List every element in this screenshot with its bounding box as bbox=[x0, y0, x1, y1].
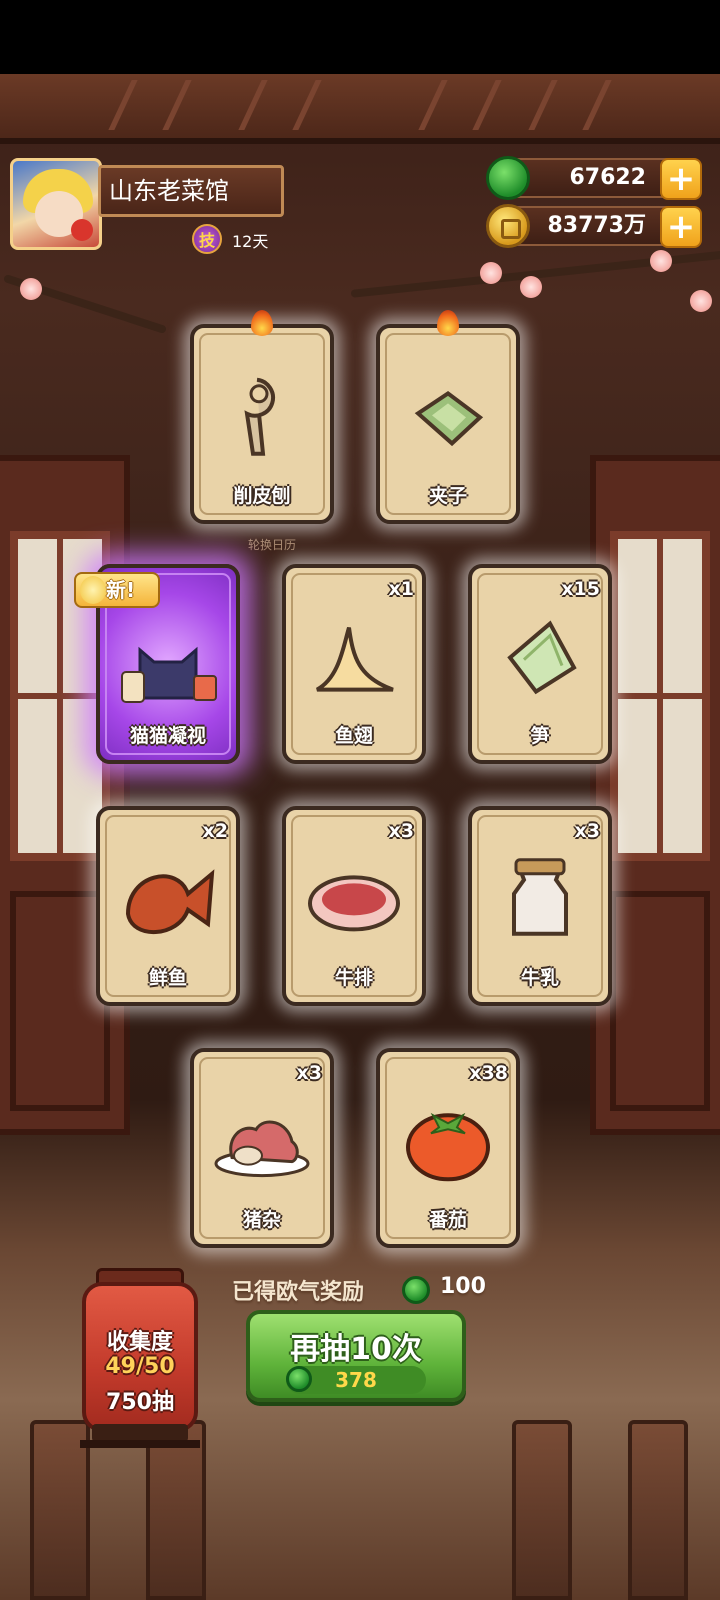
blossom bbox=[650, 250, 672, 272]
card-label: 削皮刨 bbox=[233, 485, 291, 507]
draw-cost-bar: 378 bbox=[286, 1366, 426, 1394]
card-bamboo-shoot[interactable]: x15 笋 bbox=[468, 564, 612, 764]
card-quantity: x2 bbox=[202, 820, 228, 842]
card-quantity: x3 bbox=[296, 1062, 322, 1084]
card-label: 鲜鱼 bbox=[148, 967, 187, 989]
pork-offal-icon bbox=[214, 1120, 310, 1178]
calendar-label: 轮换日历 bbox=[248, 538, 297, 552]
lattice-window bbox=[610, 531, 710, 861]
card-steak[interactable]: x3 牛排 bbox=[282, 806, 426, 1006]
new-badge: 新! bbox=[74, 572, 160, 608]
reward-amount: 100 bbox=[440, 1274, 486, 1299]
screen-panel bbox=[10, 891, 110, 1111]
right-lattice-screen bbox=[590, 455, 720, 1135]
screen-panel bbox=[610, 891, 710, 1111]
skill-days: 12天 bbox=[232, 232, 269, 251]
blossom bbox=[690, 290, 712, 312]
jade-amount: 67622 bbox=[569, 165, 646, 190]
card-label: 番茄 bbox=[428, 1209, 467, 1231]
draw-cost: 378 bbox=[335, 1368, 377, 1392]
flame-icon bbox=[251, 310, 273, 336]
card-quantity: x3 bbox=[574, 820, 600, 842]
card-milk[interactable]: x3 牛乳 bbox=[468, 806, 612, 1006]
card-tongs[interactable]: 夹子 bbox=[376, 310, 520, 524]
game-scene: 山东老菜馆 技 12天 67622 + 83773万 + 轮换日历 削皮刨 夹子… bbox=[0, 0, 720, 1600]
steak-icon bbox=[308, 875, 400, 932]
add-coins-button[interactable]: + bbox=[660, 206, 702, 248]
left-lattice-screen bbox=[0, 455, 130, 1135]
restaurant-name[interactable]: 山东老菜馆 bbox=[98, 165, 284, 217]
card-shark-fin[interactable]: x1 鱼翅 bbox=[282, 564, 426, 764]
tongs-icon bbox=[414, 390, 484, 447]
card-peeler[interactable]: 削皮刨 bbox=[190, 310, 334, 524]
jade-coin-icon bbox=[486, 156, 530, 200]
collection-progress: 49/50 bbox=[105, 1354, 175, 1379]
card-pork-offal[interactable]: x3 猪杂 bbox=[190, 1048, 334, 1248]
collection-title: 收集度 bbox=[106, 1330, 173, 1355]
lantern-stand bbox=[80, 1440, 200, 1448]
card-label: 猫猫凝视 bbox=[129, 725, 206, 747]
collection-draws: 750抽 bbox=[106, 1390, 174, 1415]
collection-lantern[interactable]: 收集度 49/50 750抽 bbox=[82, 1282, 198, 1432]
gold-coin-icon bbox=[486, 204, 530, 248]
peeler-icon bbox=[244, 377, 275, 456]
player-avatar[interactable] bbox=[10, 158, 102, 250]
bamboo-shoot-icon bbox=[507, 620, 577, 695]
card-quantity: x3 bbox=[388, 820, 414, 842]
card-label: 鱼翅 bbox=[334, 725, 373, 747]
railing-post bbox=[512, 1420, 572, 1600]
card-label: 牛排 bbox=[334, 967, 373, 989]
roof-beam bbox=[0, 74, 720, 144]
jade-coin-icon bbox=[402, 1276, 430, 1304]
reward-label: 已得欧气奖励 bbox=[232, 1280, 365, 1305]
flame-icon bbox=[437, 310, 459, 336]
rose-icon bbox=[71, 219, 93, 241]
draw-ten-button[interactable]: 再抽10次 378 bbox=[246, 1310, 466, 1402]
coin-currency: 83773万 + bbox=[486, 204, 702, 248]
card-label: 笋 bbox=[530, 725, 550, 747]
card-label: 牛乳 bbox=[520, 967, 559, 989]
card-fish[interactable]: x2 鲜鱼 bbox=[96, 806, 240, 1006]
fish-icon bbox=[125, 869, 215, 935]
card-label: 猪杂 bbox=[242, 1209, 281, 1231]
blossom bbox=[480, 262, 502, 284]
tomato-icon bbox=[406, 1112, 490, 1182]
draw-button-label: 再抽10次 bbox=[290, 1332, 422, 1367]
blossom bbox=[20, 278, 42, 300]
card-quantity: x1 bbox=[388, 578, 414, 600]
skill-badge-icon[interactable]: 技 bbox=[192, 224, 222, 254]
add-jade-button[interactable]: + bbox=[660, 158, 702, 200]
card-quantity: x15 bbox=[561, 578, 600, 600]
jade-currency: 67622 + bbox=[486, 156, 702, 200]
card-quantity: x38 bbox=[469, 1062, 508, 1084]
shark-fin-icon bbox=[315, 627, 394, 692]
card-cat-gaze[interactable]: 新! 猫猫凝视 bbox=[74, 564, 240, 764]
milk-jar-icon bbox=[512, 858, 568, 936]
coin-amount: 83773万 bbox=[547, 213, 646, 238]
railing-post bbox=[628, 1420, 688, 1600]
card-label: 夹子 bbox=[428, 485, 467, 507]
card-tomato[interactable]: x38 番茄 bbox=[376, 1048, 520, 1248]
cat-gaze-icon bbox=[121, 646, 217, 703]
blossom bbox=[520, 276, 542, 298]
